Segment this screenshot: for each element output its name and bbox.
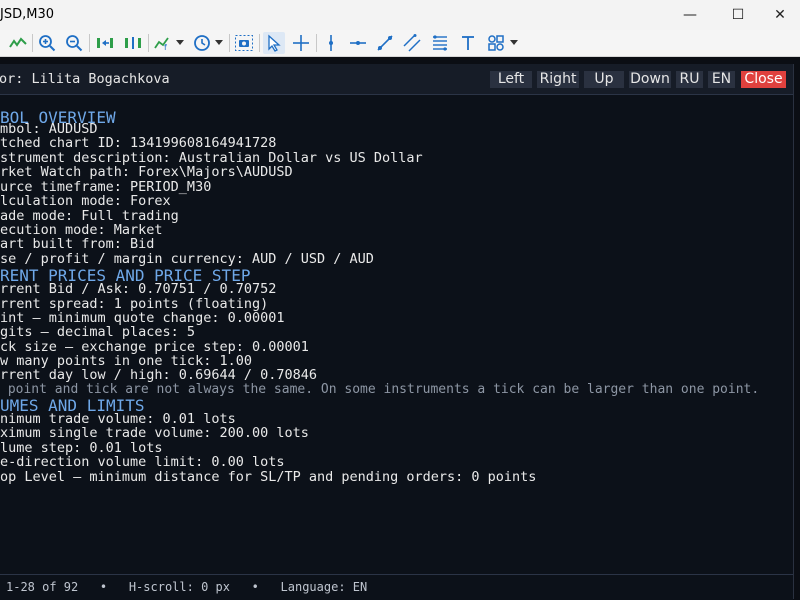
- trendline-icon: [377, 35, 393, 51]
- vertical-line-button[interactable]: [320, 32, 342, 54]
- cursor-icon: [268, 34, 281, 52]
- maximize-button[interactable]: ☐: [716, 0, 760, 30]
- maximize-icon: ☐: [731, 7, 745, 23]
- close-panel-button[interactable]: Close: [741, 71, 786, 88]
- chart-right-edge: [794, 64, 800, 600]
- indicators-icon: f: [154, 37, 169, 51]
- info-line: op Level — minimum distance for SL/TP an…: [0, 469, 537, 485]
- minimize-button[interactable]: —: [668, 0, 712, 30]
- language-ru-button[interactable]: RU: [676, 71, 703, 88]
- info-line: rrent day low / high: 0.69644 / 0.70846: [0, 367, 317, 383]
- left-button[interactable]: Left: [490, 71, 532, 88]
- info-line: art built from: Bid: [0, 236, 155, 252]
- fibonacci-button[interactable]: [429, 32, 451, 54]
- zoom-out-icon: [66, 35, 83, 52]
- shapes-icon: [488, 35, 504, 51]
- symbol-info-panel: or: Lilita Bogachkova Left Right Up Down…: [0, 64, 794, 600]
- chart-toolbar: f: [0, 30, 800, 57]
- shapes-dropdown[interactable]: [509, 32, 519, 54]
- zoom-in-icon: [39, 35, 56, 52]
- info-line: rket Watch path: Forex\Majors\AUDUSD: [0, 164, 293, 180]
- up-button[interactable]: Up: [584, 71, 624, 88]
- crosshair-button[interactable]: [290, 32, 312, 54]
- dropdown-icon: [510, 40, 518, 45]
- language-en-button[interactable]: EN: [708, 71, 735, 88]
- line-chart-icon: [9, 37, 27, 48]
- right-button[interactable]: Right: [537, 71, 579, 88]
- periods-dropdown[interactable]: [214, 32, 224, 54]
- auto-scroll-icon: [97, 38, 113, 48]
- indicators-button[interactable]: f: [152, 32, 174, 54]
- info-line: se / profit / margin currency: AUD / USD…: [0, 251, 374, 267]
- down-button[interactable]: Down: [629, 71, 671, 88]
- periods-clock-icon: [194, 35, 210, 51]
- info-line: rrent Bid / Ask: 0.70751 / 0.70752: [0, 281, 277, 297]
- author-label: or: Lilita Bogachkova: [0, 71, 170, 87]
- text-button[interactable]: [457, 32, 479, 54]
- info-line: gits — decimal places: 5: [0, 324, 196, 340]
- indicators-dropdown[interactable]: [175, 32, 185, 54]
- crosshair-icon: [293, 35, 309, 51]
- close-window-button[interactable]: ✕: [758, 0, 800, 30]
- dropdown-icon: [215, 40, 223, 45]
- zoom-out-button[interactable]: [63, 32, 85, 54]
- chart-shift-icon: [125, 37, 141, 49]
- info-line: e-direction volume limit: 0.00 lots: [0, 454, 285, 470]
- window-title: JSD,M30: [0, 7, 54, 22]
- panel-header: or: Lilita Bogachkova Left Right Up Down…: [0, 64, 793, 95]
- periods-button[interactable]: [191, 32, 213, 54]
- horizontal-line-button[interactable]: [347, 32, 369, 54]
- vertical-line-icon: [329, 35, 333, 51]
- channel-icon: [403, 34, 421, 52]
- info-content: BOL OVERVIEW mbol: AUDUSD tched chart ID: …: [0, 108, 793, 578]
- info-line: tched chart ID: 134199608164941728: [0, 135, 277, 151]
- zoom-in-button[interactable]: [36, 32, 58, 54]
- chart-shift-button[interactable]: [121, 32, 145, 54]
- info-line: ximum single trade volume: 200.00 lots: [0, 425, 309, 441]
- horizontal-line-icon: [350, 41, 366, 45]
- status-text: 1-28 of 92 • H-scroll: 0 px • Language: …: [6, 580, 368, 594]
- info-line: lculation mode: Forex: [0, 193, 171, 209]
- text-icon: [462, 36, 474, 50]
- screenshot-icon: [235, 35, 253, 51]
- title-bar: JSD,M30 — ☐ ✕: [0, 0, 800, 30]
- info-note: point and tick are not always the same. …: [0, 382, 760, 397]
- status-bar: 1-28 of 92 • H-scroll: 0 px • Language: …: [0, 574, 793, 600]
- trendline-button[interactable]: [374, 32, 396, 54]
- svg-text:f: f: [164, 43, 167, 51]
- cursor-button[interactable]: [263, 32, 285, 54]
- shapes-button[interactable]: [485, 32, 507, 54]
- screenshot-button[interactable]: [233, 32, 255, 54]
- minimize-icon: —: [683, 7, 697, 23]
- fibonacci-icon: [433, 35, 447, 51]
- channel-button[interactable]: [401, 32, 423, 54]
- line-chart-button[interactable]: [6, 32, 30, 54]
- close-icon: ✕: [774, 7, 786, 23]
- auto-scroll-button[interactable]: [93, 32, 117, 54]
- dropdown-icon: [176, 40, 184, 45]
